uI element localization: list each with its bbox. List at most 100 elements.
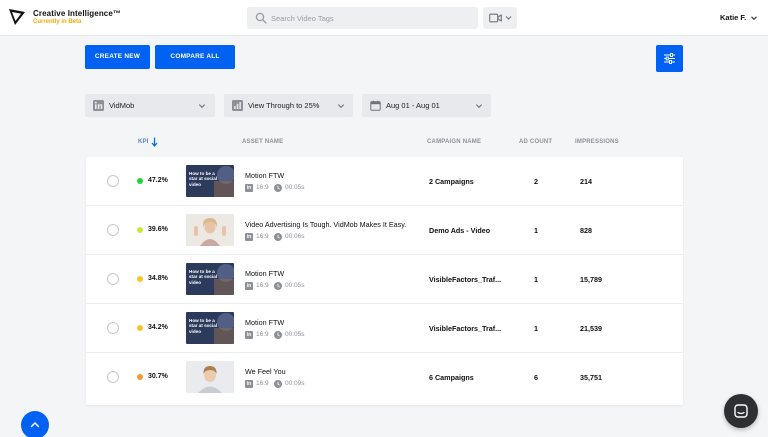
kpi-value: 34.8% (148, 275, 168, 282)
chevron-down-icon (337, 104, 345, 109)
chat-launcher-button[interactable] (724, 394, 758, 428)
kpi-status-dot (137, 325, 143, 331)
thumbnail-caption: How to be a star at social video (189, 318, 218, 334)
asset-thumbnail[interactable]: How to be a star at social video (186, 312, 234, 344)
calendar-icon (370, 100, 381, 111)
asset-name[interactable]: Motion FTW (245, 318, 284, 327)
vidmob-logo-icon[interactable] (8, 8, 26, 26)
chevron-down-icon (198, 104, 206, 109)
impressions: 214 (580, 177, 592, 186)
chevron-up-icon (30, 421, 40, 428)
table-row[interactable]: 34.2% How to be a star at social video M… (86, 304, 683, 353)
kpi-status-dot (137, 178, 143, 184)
row-select-radio[interactable] (107, 322, 119, 334)
ad-count: 2 (534, 177, 538, 186)
asset-thumbnail[interactable]: How to be a star at social video (186, 165, 234, 197)
asset-name[interactable]: We Feel You (245, 367, 286, 376)
asset-thumbnail[interactable] (186, 361, 234, 393)
column-header-campaign-name[interactable]: CAMPAIGN NAME (427, 139, 481, 145)
ad-count: 6 (534, 373, 538, 382)
account-select-label: VidMob (109, 101, 135, 110)
linkedin-icon: in (245, 184, 253, 192)
campaign-name[interactable]: 2 Campaigns (429, 177, 474, 186)
asset-thumbnail[interactable]: How to be a star at social video (186, 263, 234, 295)
kpi-value: 47.2% (148, 177, 168, 184)
campaign-name[interactable]: VisibleFactors_Traf... (429, 324, 501, 333)
asset-name[interactable]: Video Advertising Is Tough. VidMob Makes… (245, 220, 406, 229)
compare-all-button[interactable]: COMPARE ALL (155, 45, 235, 69)
aspect-ratio: 16:9 (256, 282, 269, 289)
top-bar: Creative Intelligence™ Currently in Beta… (0, 0, 768, 36)
impressions: 21,539 (580, 324, 602, 333)
column-header-ad-count[interactable]: AD COUNT (519, 139, 552, 145)
scroll-to-top-button[interactable] (21, 411, 49, 437)
sort-descending-icon[interactable] (151, 137, 158, 147)
chat-icon (734, 404, 748, 418)
linkedin-icon: in (245, 331, 253, 339)
kpi-status-dot (137, 374, 143, 380)
aspect-ratio: 16:9 (256, 331, 269, 338)
sliders-icon (664, 53, 675, 64)
kpi-status-dot (137, 227, 143, 233)
linkedin-icon (93, 100, 104, 111)
duration: 00:06s (285, 233, 305, 240)
clock-icon (274, 380, 282, 388)
chart-icon (232, 100, 243, 111)
search-box[interactable] (247, 7, 478, 29)
assets-table: 47.2% How to be a star at social video M… (86, 157, 683, 405)
asset-thumbnail[interactable] (186, 214, 234, 246)
clock-icon (274, 233, 282, 241)
asset-name[interactable]: Motion FTW (245, 171, 284, 180)
table-row[interactable]: 47.2% How to be a star at social video M… (86, 157, 683, 206)
search-icon (255, 12, 267, 24)
duration: 00:05s (285, 331, 305, 338)
kpi-metric-select-label: View Through to 25% (248, 101, 320, 110)
date-range-select[interactable]: Aug 01 - Aug 01 (362, 94, 491, 117)
row-select-radio[interactable] (107, 273, 119, 285)
kpi-status-dot (137, 276, 143, 282)
linkedin-icon: in (245, 380, 253, 388)
user-menu[interactable]: Katie F. (720, 13, 746, 22)
chevron-down-icon[interactable] (750, 14, 758, 22)
duration: 00:05s (285, 282, 305, 289)
duration: 00:05s (285, 184, 305, 191)
video-camera-icon (489, 13, 502, 23)
search-input[interactable] (271, 7, 471, 29)
kpi-value: 30.7% (148, 373, 168, 380)
ad-count: 1 (534, 226, 538, 235)
aspect-ratio: 16:9 (256, 233, 269, 240)
kpi-metric-select[interactable]: View Through to 25% (224, 94, 353, 117)
column-header-asset-name[interactable]: ASSET NAME (242, 139, 283, 145)
campaign-name[interactable]: 6 Campaigns (429, 373, 474, 382)
table-row[interactable]: 30.7% We Feel You in 16:9 00:09s 6 Campa… (86, 353, 683, 402)
thumbnail-caption: How to be a star at social video (189, 269, 218, 285)
asset-name[interactable]: Motion FTW (245, 269, 284, 278)
column-header-impressions[interactable]: IMPRESSIONS (575, 139, 619, 145)
kpi-value: 34.2% (148, 324, 168, 331)
row-select-radio[interactable] (107, 175, 119, 187)
impressions: 828 (580, 226, 592, 235)
table-row[interactable]: 34.8% How to be a star at social video M… (86, 255, 683, 304)
ad-count: 1 (534, 324, 538, 333)
column-header-kpi[interactable]: KPI (138, 139, 149, 145)
kpi-value: 39.6% (148, 226, 168, 233)
media-type-select[interactable] (483, 7, 517, 29)
ad-count: 1 (534, 275, 538, 284)
duration: 00:09s (285, 380, 305, 387)
chevron-down-icon (505, 16, 512, 20)
brand-subtitle: Currently in Beta (33, 19, 82, 25)
row-select-radio[interactable] (107, 371, 119, 383)
create-new-button[interactable]: CREATE NEW (85, 45, 150, 69)
campaign-name[interactable]: VisibleFactors_Traf... (429, 275, 501, 284)
row-select-radio[interactable] (107, 224, 119, 236)
linkedin-icon: in (245, 233, 253, 241)
account-select[interactable]: VidMob (85, 94, 215, 117)
table-row[interactable]: 39.6% Video Advertising Is Tough. VidMob… (86, 206, 683, 255)
campaign-name[interactable]: Demo Ads - Video (429, 226, 490, 235)
impressions: 15,789 (580, 275, 602, 284)
aspect-ratio: 16:9 (256, 184, 269, 191)
filter-settings-button[interactable] (656, 45, 683, 72)
chevron-down-icon (475, 104, 483, 109)
thumbnail-caption: How to be a star at social video (189, 171, 218, 187)
brand-title: Creative Intelligence™ (33, 9, 122, 18)
